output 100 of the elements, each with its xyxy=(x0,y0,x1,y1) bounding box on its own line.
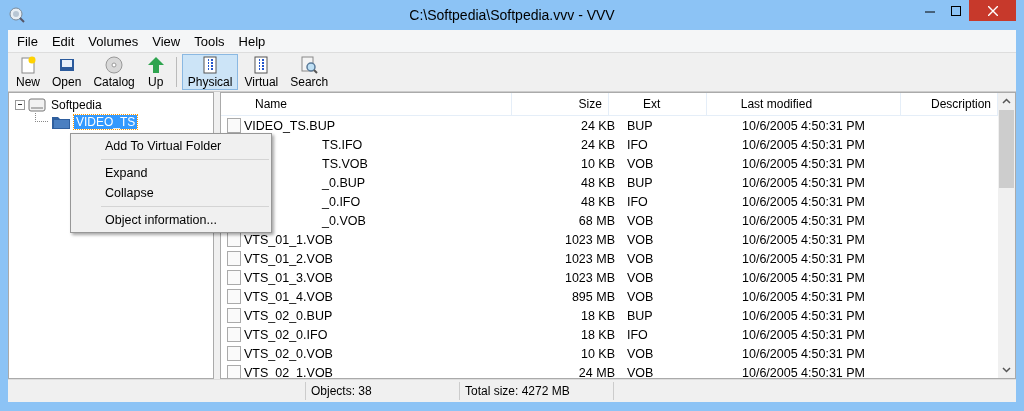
file-size: 24 KB xyxy=(579,137,616,152)
toolbar-button[interactable]: Open xyxy=(46,54,88,90)
toolbar-button[interactable]: New xyxy=(10,54,46,90)
modified-date: 10/6/2005 4:50:31 PM xyxy=(741,365,866,378)
file-size: 48 KB xyxy=(579,194,616,209)
file-name: _0.BUP xyxy=(322,175,366,190)
file-name: VTS_01_2.VOB xyxy=(244,251,333,266)
modified-date: 10/6/2005 4:50:31 PM xyxy=(741,232,866,247)
close-icon xyxy=(987,5,998,16)
file-size: 10 KB xyxy=(579,156,616,171)
modified-date: 10/6/2005 4:50:31 PM xyxy=(741,118,866,133)
modified-date: 10/6/2005 4:50:31 PM xyxy=(741,137,866,152)
scrollbar-thumb[interactable] xyxy=(999,110,1014,188)
menu-item[interactable]: Help xyxy=(231,33,273,49)
file-name: VIDEO_TS.BUP xyxy=(244,118,335,133)
file-name: _0.IFO xyxy=(322,194,361,209)
file-name: VTS_01_1.VOB xyxy=(244,232,333,247)
magnifier-disc-icon xyxy=(8,6,26,24)
file-name: TS.VOB xyxy=(322,156,368,171)
file-extension: VOB xyxy=(626,346,655,361)
file-extension: VOB xyxy=(626,251,655,266)
toolbar-button[interactable]: Up xyxy=(140,54,171,90)
file-size: 1023 MB xyxy=(563,270,616,285)
file-extension: IFO xyxy=(626,137,649,152)
file-extension: IFO xyxy=(626,194,649,209)
menu-item[interactable]: Tools xyxy=(187,33,232,49)
file-name: VTS_02_0.VOB xyxy=(244,346,333,361)
file-size: 10 KB xyxy=(579,346,616,361)
column-header[interactable]: Size xyxy=(512,93,609,115)
drive-icon xyxy=(28,96,46,113)
menu-item[interactable]: View xyxy=(145,33,188,49)
file-icon xyxy=(227,289,241,304)
file-name: VTS_02_0.BUP xyxy=(244,308,333,323)
modified-date: 10/6/2005 4:50:31 PM xyxy=(741,346,866,361)
menu-item[interactable]: Edit xyxy=(44,33,82,49)
window-title: C:\Softpedia\Softpedia.vvv - VVV xyxy=(408,7,616,23)
scroll-down-icon[interactable] xyxy=(1002,367,1011,373)
file-extension: VOB xyxy=(626,270,655,285)
column-header[interactable]: Last modified xyxy=(706,93,902,115)
file-name: VTS_01_4.VOB xyxy=(244,289,333,304)
modified-date: 10/6/2005 4:50:31 PM xyxy=(741,308,866,323)
list-view-icon xyxy=(252,55,271,74)
file-size: 895 MB xyxy=(570,289,616,304)
file-size: 24 KB xyxy=(579,118,616,133)
file-name: TS.IFO xyxy=(322,137,363,152)
menu-item[interactable]: File xyxy=(10,33,45,49)
file-size: 18 KB xyxy=(579,308,616,323)
file-extension: BUP xyxy=(626,308,654,323)
menu-item[interactable]: Volumes xyxy=(81,33,146,49)
file-icon xyxy=(227,327,241,342)
file-icon xyxy=(227,308,241,323)
context-menu-item[interactable]: Expand xyxy=(71,163,271,183)
modified-date: 10/6/2005 4:50:31 PM xyxy=(741,327,866,342)
file-extension: VOB xyxy=(626,365,655,378)
tree-item[interactable]: Softpedia xyxy=(49,97,104,112)
toolbar-button[interactable]: Physical xyxy=(181,54,239,90)
search-icon xyxy=(300,55,319,74)
file-name: VTS_02_0.IFO xyxy=(244,327,328,342)
new-document-icon xyxy=(19,55,37,74)
toolbar-button[interactable]: Search xyxy=(284,54,335,90)
column-header[interactable]: Name xyxy=(221,93,513,115)
maximize-icon xyxy=(951,5,961,16)
file-extension: VOB xyxy=(626,289,655,304)
up-arrow-icon xyxy=(146,55,165,74)
list-view-icon xyxy=(201,55,220,74)
file-size: 1023 MB xyxy=(563,232,616,247)
file-extension: VOB xyxy=(626,156,655,171)
scrollbar[interactable] xyxy=(998,93,1015,378)
context-menu-item[interactable]: Object information... xyxy=(71,210,271,230)
file-size: 24 MB xyxy=(577,365,616,378)
toolbar-button[interactable]: Virtual xyxy=(238,54,285,90)
modified-date: 10/6/2005 4:50:31 PM xyxy=(741,270,866,285)
file-icon xyxy=(227,251,241,266)
disc-icon xyxy=(105,55,124,74)
file-extension: BUP xyxy=(626,175,654,190)
context-menu-item[interactable]: Add To Virtual Folder xyxy=(71,136,271,156)
collapse-toggle[interactable] xyxy=(15,99,25,110)
modified-date: 10/6/2005 4:50:31 PM xyxy=(741,251,866,266)
toolbar-button[interactable]: Catalog xyxy=(87,54,141,90)
file-size: 1023 MB xyxy=(563,251,616,266)
file-name: _0.VOB xyxy=(322,213,366,228)
file-extension: VOB xyxy=(626,213,655,228)
modified-date: 10/6/2005 4:50:31 PM xyxy=(741,194,866,209)
status-text: Total size: 4272 MB xyxy=(460,382,614,400)
column-header[interactable]: Ext xyxy=(608,93,707,115)
file-size: 68 MB xyxy=(577,213,616,228)
file-size: 18 KB xyxy=(579,327,616,342)
file-name: VTS_01_3.VOB xyxy=(244,270,333,285)
scroll-up-icon[interactable] xyxy=(1002,98,1011,104)
file-icon xyxy=(227,270,241,285)
status-text: Objects: 38 xyxy=(306,382,460,400)
file-extension: VOB xyxy=(626,232,655,247)
file-extension: BUP xyxy=(626,118,654,133)
modified-date: 10/6/2005 4:50:31 PM xyxy=(741,213,866,228)
file-size: 48 KB xyxy=(579,175,616,190)
context-menu-item[interactable]: Collapse xyxy=(71,183,271,203)
modified-date: 10/6/2005 4:50:31 PM xyxy=(741,156,866,171)
file-icon xyxy=(227,346,241,361)
modified-date: 10/6/2005 4:50:31 PM xyxy=(741,289,866,304)
file-extension: IFO xyxy=(626,327,649,342)
